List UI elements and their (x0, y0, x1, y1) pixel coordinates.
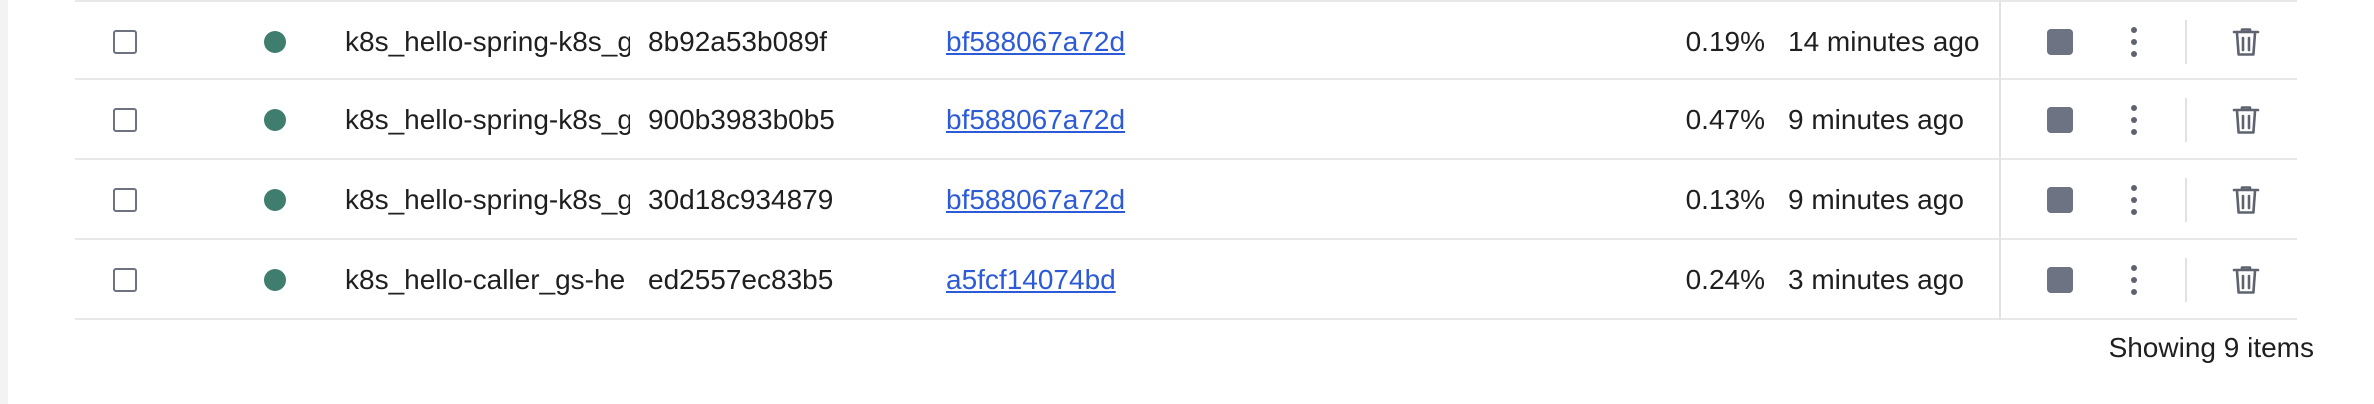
delete-cell[interactable] (2225, 240, 2267, 320)
row-checkbox-cell[interactable] (113, 2, 153, 82)
table-row[interactable]: k8s_hello-caller_gs-he ed2557ec83b5 a5fc… (75, 240, 2297, 320)
delete-divider (2185, 258, 2187, 302)
cpu-cell: 0.47% (1635, 80, 1765, 160)
delete-divider (2185, 20, 2187, 64)
cpu-cell: 0.13% (1635, 160, 1765, 240)
actions-divider (1999, 2, 2001, 82)
container-name-cell: k8s_hello-spring-k8s_g (345, 2, 630, 82)
more-vertical-icon[interactable] (2131, 185, 2137, 215)
row-checkbox[interactable] (113, 108, 137, 132)
container-id: 8b92a53b089f (648, 26, 828, 57)
container-name: k8s_hello-spring-k8s_g (345, 104, 630, 135)
delete-cell[interactable] (2225, 2, 2267, 82)
stop-cell[interactable] (2040, 160, 2080, 240)
table-footer: Showing 9 items (74, 332, 2374, 364)
image-link[interactable]: bf588067a72d (946, 184, 1125, 216)
started-time: 9 minutes ago (1788, 104, 1964, 135)
status-dot-icon (264, 269, 286, 291)
table-row[interactable]: k8s_hello-spring-k8s_g 8b92a53b089f bf58… (75, 0, 2297, 82)
trash-icon[interactable] (2231, 184, 2261, 216)
status-cell (264, 160, 304, 240)
status-cell (264, 240, 304, 320)
status-cell (264, 2, 304, 82)
started-time: 9 minutes ago (1788, 184, 1964, 215)
table-row[interactable]: k8s_hello-spring-k8s_g 30d18c934879 bf58… (75, 160, 2297, 240)
status-dot-icon (264, 31, 286, 53)
started-time: 3 minutes ago (1788, 264, 1964, 295)
stop-square-icon[interactable] (2047, 107, 2073, 133)
started-cell: 9 minutes ago (1788, 160, 2028, 240)
image-cell: bf588067a72d (946, 80, 1166, 160)
image-link[interactable]: bf588067a72d (946, 26, 1125, 58)
status-dot-icon (264, 189, 286, 211)
actions-divider (1999, 80, 2001, 160)
container-id: 30d18c934879 (648, 184, 834, 215)
started-cell: 14 minutes ago (1788, 2, 2028, 82)
cpu-usage: 0.19% (1685, 26, 1765, 57)
status-cell (264, 80, 304, 160)
container-id: ed2557ec83b5 (648, 264, 834, 295)
started-time: 14 minutes ago (1788, 26, 1980, 57)
containers-table: k8s_hello-spring-k8s_g 8b92a53b089f bf58… (75, 0, 2297, 320)
stop-square-icon[interactable] (2047, 267, 2073, 293)
row-checkbox-cell[interactable] (113, 80, 153, 160)
container-name-cell: k8s_hello-spring-k8s_g (345, 80, 630, 160)
started-cell: 3 minutes ago (1788, 240, 2028, 320)
actions-divider (1999, 160, 2001, 240)
stop-cell[interactable] (2040, 240, 2080, 320)
image-link[interactable]: bf588067a72d (946, 104, 1125, 136)
containers-panel: k8s_hello-spring-k8s_g 8b92a53b089f bf58… (8, 0, 2374, 404)
container-id: 900b3983b0b5 (648, 104, 835, 135)
container-name: k8s_hello-spring-k8s_g (345, 184, 630, 215)
row-checkbox[interactable] (113, 30, 137, 54)
stop-square-icon[interactable] (2047, 187, 2073, 213)
actions-divider (1999, 240, 2001, 320)
cpu-usage: 0.47% (1685, 104, 1765, 135)
container-name: k8s_hello-spring-k8s_g (345, 26, 630, 57)
container-name-cell: k8s_hello-spring-k8s_g (345, 160, 630, 240)
trash-icon[interactable] (2231, 264, 2261, 296)
more-cell[interactable] (2114, 80, 2154, 160)
stop-cell[interactable] (2040, 80, 2080, 160)
row-checkbox-cell[interactable] (113, 160, 153, 240)
image-cell: bf588067a72d (946, 2, 1166, 82)
stop-square-icon[interactable] (2047, 29, 2073, 55)
row-checkbox[interactable] (113, 188, 137, 212)
container-name: k8s_hello-caller_gs-he (345, 264, 626, 295)
container-id-cell: 30d18c934879 (648, 160, 888, 240)
items-count: Showing 9 items (2108, 332, 2314, 363)
row-checkbox-cell[interactable] (113, 240, 153, 320)
container-id-cell: 8b92a53b089f (648, 2, 888, 82)
image-link[interactable]: a5fcf14074bd (946, 264, 1116, 296)
more-vertical-icon[interactable] (2131, 265, 2137, 295)
cpu-usage: 0.24% (1685, 264, 1765, 295)
table-row[interactable]: k8s_hello-spring-k8s_g 900b3983b0b5 bf58… (75, 80, 2297, 160)
delete-cell[interactable] (2225, 160, 2267, 240)
trash-icon[interactable] (2231, 104, 2261, 136)
cpu-cell: 0.19% (1635, 2, 1765, 82)
container-name-cell: k8s_hello-caller_gs-he (345, 240, 630, 320)
stop-cell[interactable] (2040, 2, 2080, 82)
started-cell: 9 minutes ago (1788, 80, 2028, 160)
cpu-cell: 0.24% (1635, 240, 1765, 320)
more-cell[interactable] (2114, 2, 2154, 82)
trash-icon[interactable] (2231, 26, 2261, 58)
container-id-cell: 900b3983b0b5 (648, 80, 888, 160)
more-vertical-icon[interactable] (2131, 27, 2137, 57)
image-cell: a5fcf14074bd (946, 240, 1166, 320)
image-cell: bf588067a72d (946, 160, 1166, 240)
more-cell[interactable] (2114, 160, 2154, 240)
more-cell[interactable] (2114, 240, 2154, 320)
status-dot-icon (264, 109, 286, 131)
cpu-usage: 0.13% (1685, 184, 1765, 215)
delete-divider (2185, 98, 2187, 142)
container-id-cell: ed2557ec83b5 (648, 240, 888, 320)
delete-cell[interactable] (2225, 80, 2267, 160)
more-vertical-icon[interactable] (2131, 105, 2137, 135)
row-checkbox[interactable] (113, 268, 137, 292)
delete-divider (2185, 178, 2187, 222)
